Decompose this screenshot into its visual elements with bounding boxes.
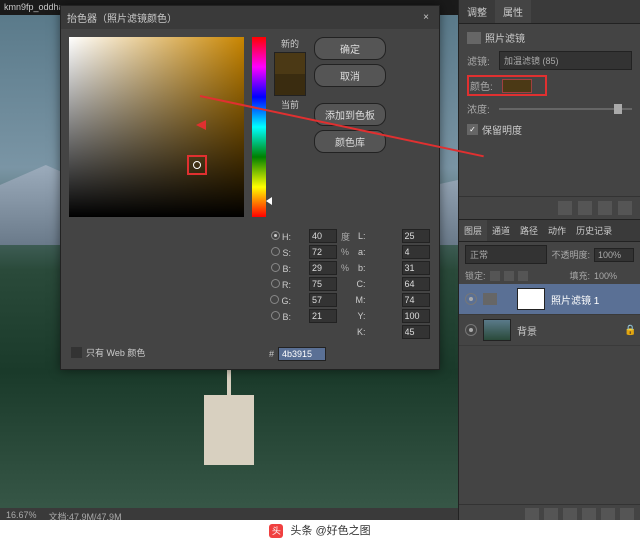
h-input[interactable] — [309, 229, 337, 243]
lock-all-icon[interactable] — [518, 271, 528, 281]
hex-label: # — [269, 349, 274, 359]
props-trash-icon[interactable] — [618, 201, 632, 215]
props-icon-1[interactable] — [558, 201, 572, 215]
c-input[interactable] — [402, 277, 430, 291]
y-input[interactable] — [402, 309, 430, 323]
density-label: 浓度: — [467, 101, 493, 116]
cancel-button[interactable]: 取消 — [314, 64, 386, 87]
hex-input[interactable] — [278, 347, 326, 361]
filter-label: 滤镜: — [467, 53, 493, 68]
color-swatches — [274, 52, 306, 96]
filter-color-swatch[interactable] — [502, 79, 532, 93]
r-input[interactable] — [309, 277, 337, 291]
add-swatch-button[interactable]: 添加到色板 — [314, 103, 386, 126]
adjustment-layer-icon — [483, 293, 497, 305]
props-icon-2[interactable] — [578, 201, 592, 215]
saturation-value-field[interactable] — [69, 37, 244, 217]
fill-input[interactable]: 100% — [594, 271, 634, 281]
toutiao-logo-icon: 头 — [269, 524, 283, 538]
ok-button[interactable]: 确定 — [314, 37, 386, 60]
s-input[interactable] — [309, 245, 337, 259]
g-input[interactable] — [309, 293, 337, 307]
filter-dropdown[interactable]: 加温滤镜 (85) — [499, 51, 632, 70]
tab-adjust[interactable]: 调整 — [459, 0, 495, 23]
opacity-input[interactable]: 100% — [594, 248, 634, 262]
new-color-label: 新的 — [281, 37, 299, 50]
lock-position-icon[interactable] — [504, 271, 514, 281]
hue-slider[interactable] — [252, 37, 266, 217]
web-only-checkbox[interactable] — [71, 347, 82, 358]
preserve-luminosity-label: 保留明度 — [482, 122, 522, 137]
color-marker[interactable] — [193, 161, 201, 169]
color-label: 颜色: — [470, 78, 496, 93]
layer-name[interactable]: 背景 — [517, 323, 537, 338]
tab-layers[interactable]: 图层 — [459, 220, 487, 241]
layer-background[interactable]: 背景 🔒 — [459, 315, 640, 346]
h-radio[interactable] — [271, 231, 280, 240]
watermark: 头 头条 @好色之图 — [0, 520, 640, 540]
layer-visibility-icon[interactable] — [465, 293, 477, 305]
tab-channels[interactable]: 通道 — [487, 220, 515, 241]
color-picker-dialog: 抬色器（照片滤镜颜色） × 新的 当前 确定 取消 添加到色板 — [60, 5, 440, 370]
properties-title: 照片滤镜 — [485, 30, 525, 45]
close-button[interactable]: × — [419, 12, 433, 23]
l-input[interactable] — [402, 229, 430, 243]
g-radio[interactable] — [270, 295, 279, 304]
current-color-swatch[interactable] — [275, 74, 305, 95]
lock-label: 锁定: — [465, 269, 486, 282]
layer-name[interactable]: 照片滤镜 1 — [551, 292, 599, 307]
blend-mode-dropdown[interactable]: 正常 — [465, 245, 547, 264]
fill-label: 填充: — [569, 269, 590, 282]
web-only-label: 只有 Web 颜色 — [86, 346, 145, 359]
b-input[interactable] — [309, 261, 337, 275]
tab-history[interactable]: 历史记录 — [571, 220, 617, 241]
bl-radio[interactable] — [271, 311, 280, 320]
preserve-luminosity-checkbox[interactable]: ✓ — [467, 124, 478, 135]
r-radio[interactable] — [271, 279, 280, 288]
layer-visibility-icon[interactable] — [465, 324, 477, 336]
tab-properties[interactable]: 属性 — [495, 0, 531, 23]
a-input[interactable] — [402, 245, 430, 259]
layer-photo-filter[interactable]: 照片滤镜 1 — [459, 284, 640, 315]
lock-pixels-icon[interactable] — [490, 271, 500, 281]
density-slider[interactable] — [499, 108, 632, 110]
props-reset-icon[interactable] — [598, 201, 612, 215]
lock-icon[interactable]: 🔒 — [624, 325, 634, 335]
photo-filter-icon — [467, 32, 481, 44]
b-radio[interactable] — [271, 263, 280, 272]
layer-mask-thumb[interactable] — [517, 288, 545, 310]
dialog-title: 抬色器（照片滤镜颜色） — [67, 10, 419, 25]
layer-thumb[interactable] — [483, 319, 511, 341]
current-color-label: 当前 — [281, 98, 299, 111]
color-library-button[interactable]: 颜色库 — [314, 130, 386, 153]
new-color-swatch — [275, 53, 305, 74]
m-input[interactable] — [402, 293, 430, 307]
hue-marker[interactable] — [266, 197, 272, 205]
b2-input[interactable] — [402, 261, 430, 275]
bl-input[interactable] — [309, 309, 337, 323]
opacity-label: 不透明度: — [551, 248, 590, 261]
s-radio[interactable] — [271, 247, 280, 256]
tab-paths[interactable]: 路径 — [515, 220, 543, 241]
tab-actions[interactable]: 动作 — [543, 220, 571, 241]
k-input[interactable] — [402, 325, 430, 339]
